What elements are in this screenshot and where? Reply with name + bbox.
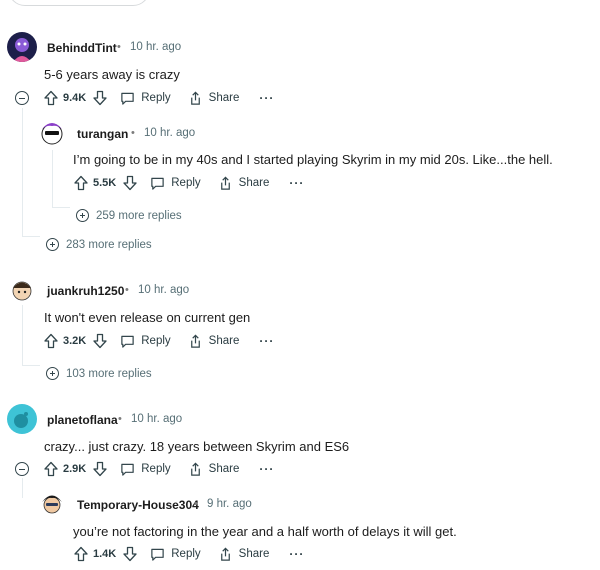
separator-dot: • — [117, 41, 121, 53]
share-button[interactable]: Share — [218, 547, 269, 562]
reply-button[interactable]: Reply — [120, 334, 171, 349]
reply-button[interactable]: Reply — [120, 462, 171, 477]
avatar[interactable] — [7, 275, 37, 305]
upvote-icon[interactable] — [43, 461, 59, 477]
comment-text: 5-6 years away is crazy — [44, 67, 180, 82]
comment-username[interactable]: juankruh1250 — [47, 284, 124, 298]
comment-timestamp[interactable]: 10 hr. ago — [144, 127, 195, 139]
thread-line — [22, 236, 40, 237]
avatar[interactable] — [7, 32, 37, 62]
avatar[interactable] — [7, 404, 37, 434]
partial-top-button[interactable] — [8, 0, 150, 6]
collapse-thread-button[interactable] — [15, 462, 29, 476]
reply-button[interactable]: Reply — [150, 176, 201, 191]
upvote-icon[interactable] — [73, 546, 89, 562]
comment-username[interactable]: planetoflana — [47, 413, 118, 427]
reply-icon — [151, 177, 164, 190]
reply-icon — [121, 463, 134, 476]
reply-icon — [151, 548, 164, 561]
downvote-icon[interactable] — [122, 546, 138, 562]
more-options-button[interactable]: ··· — [259, 334, 274, 348]
comment-actions: 3.2K Reply Share ··· — [43, 331, 274, 351]
upvote-icon[interactable] — [73, 175, 89, 191]
share-icon — [220, 176, 230, 190]
comment-text: crazy... just crazy. 18 years between Sk… — [44, 439, 350, 454]
comment-username[interactable]: Temporary-House304 — [77, 498, 199, 512]
vote-score: 5.5K — [93, 177, 117, 189]
thread-line — [52, 150, 53, 207]
thread-line — [52, 207, 70, 208]
downvote-icon[interactable] — [92, 90, 108, 106]
downvote-icon[interactable] — [92, 461, 108, 477]
more-replies-link[interactable]: 103 more replies — [46, 367, 152, 380]
thread-line — [22, 365, 40, 366]
thread-line — [22, 305, 23, 365]
comment-text: It won't even release on current gen — [44, 310, 251, 325]
more-replies-link[interactable]: 283 more replies — [46, 238, 152, 251]
upvote-icon[interactable] — [43, 333, 59, 349]
share-button[interactable]: Share — [188, 91, 239, 106]
share-icon — [190, 91, 200, 105]
separator-dot: • — [125, 284, 129, 296]
comment-timestamp[interactable]: 10 hr. ago — [130, 41, 181, 53]
comment-text: you’re not factoring in the year and a h… — [73, 524, 457, 539]
comment-text: I’m going to be in my 40s and I started … — [73, 152, 553, 167]
thread-line — [22, 108, 23, 236]
expand-icon — [46, 238, 59, 251]
more-options-button[interactable]: ··· — [259, 462, 274, 476]
vote-score: 9.4K — [63, 92, 87, 104]
comment-actions: 5.5K Reply Share ··· — [73, 173, 304, 193]
separator-dot: • — [118, 413, 122, 425]
more-options-button[interactable]: ··· — [289, 176, 304, 190]
thread-line — [22, 478, 23, 498]
expand-icon — [76, 209, 89, 222]
comment-actions: 1.4K Reply Share ··· — [73, 544, 304, 564]
more-options-button[interactable]: ··· — [289, 547, 304, 561]
upvote-icon[interactable] — [43, 90, 59, 106]
comment-timestamp[interactable]: 9 hr. ago — [207, 498, 252, 510]
comment-username[interactable]: BehinddTint — [47, 41, 117, 55]
collapse-thread-button[interactable] — [15, 91, 29, 105]
reply-button[interactable]: Reply — [150, 547, 201, 562]
reply-icon — [121, 92, 134, 105]
share-button[interactable]: Share — [188, 334, 239, 349]
more-replies-link[interactable]: 259 more replies — [76, 209, 182, 222]
vote-score: 1.4K — [93, 548, 117, 560]
avatar[interactable] — [37, 117, 67, 147]
comment-timestamp[interactable]: 10 hr. ago — [138, 284, 189, 296]
share-icon — [220, 547, 230, 561]
comment-actions: 2.9K Reply Share ··· — [43, 459, 274, 479]
downvote-icon[interactable] — [122, 175, 138, 191]
expand-icon — [46, 367, 59, 380]
downvote-icon[interactable] — [92, 333, 108, 349]
comment-actions: 9.4K Reply Share ··· — [43, 88, 274, 108]
avatar[interactable] — [37, 488, 67, 518]
vote-score: 3.2K — [63, 335, 87, 347]
share-icon — [190, 462, 200, 476]
more-options-button[interactable]: ··· — [259, 91, 274, 105]
separator-dot: • — [194, 498, 198, 510]
share-button[interactable]: Share — [218, 176, 269, 191]
separator-dot: • — [131, 127, 135, 139]
comment-timestamp[interactable]: 10 hr. ago — [131, 413, 182, 425]
vote-score: 2.9K — [63, 463, 87, 475]
share-icon — [190, 334, 200, 348]
comment-username[interactable]: turangan — [77, 127, 128, 141]
reply-icon — [121, 335, 134, 348]
reply-button[interactable]: Reply — [120, 91, 171, 106]
share-button[interactable]: Share — [188, 462, 239, 477]
